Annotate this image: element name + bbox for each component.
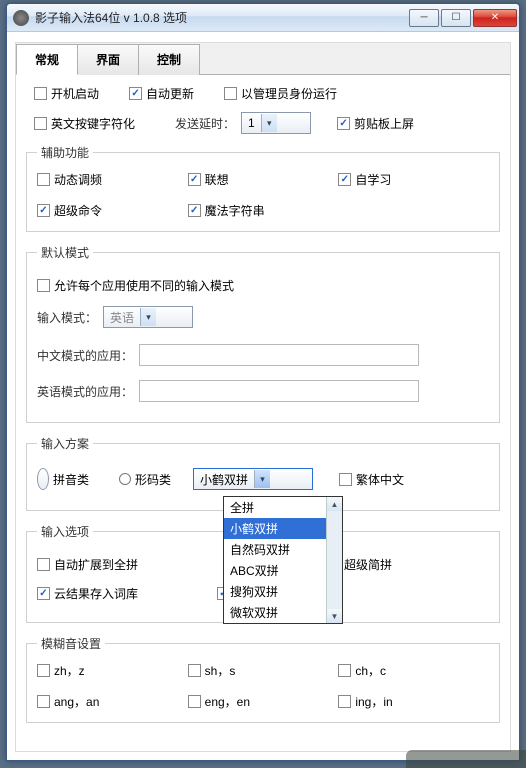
minimize-button[interactable]: ─ — [409, 9, 439, 27]
ing-in-checkbox[interactable]: ing，in — [338, 693, 489, 710]
super-cmd-checkbox[interactable]: 超级命令 — [37, 202, 188, 219]
close-button[interactable]: ✕ — [473, 9, 517, 27]
startup-label: 开机启动 — [51, 85, 99, 102]
magic-str-checkbox[interactable]: 魔法字符串 — [188, 202, 339, 219]
auto-update-checkbox[interactable]: 自动更新 — [129, 85, 194, 102]
en-apps-input[interactable] — [139, 380, 419, 402]
self-learn-checkbox[interactable]: 自学习 — [338, 171, 489, 188]
schema-select[interactable]: 小鹤双拼 — [193, 468, 313, 490]
chevron-down-icon — [254, 470, 270, 488]
clipboard-checkbox[interactable]: 剪贴板上屏 — [337, 115, 414, 132]
scroll-up-icon[interactable]: ▲ — [327, 497, 342, 511]
eng-en-checkbox[interactable]: eng，en — [188, 693, 339, 710]
chevron-down-icon — [140, 308, 156, 326]
tab-general[interactable]: 常规 — [16, 44, 78, 75]
fuzzy-legend: 模糊音设置 — [37, 635, 105, 652]
pinyin-radio[interactable]: 拼音类 — [37, 468, 89, 490]
ch-c-checkbox[interactable]: ch，c — [338, 662, 489, 679]
ascii-mode-checkbox[interactable]: 英文按键字符化 — [34, 115, 135, 132]
schema-value: 小鹤双拼 — [200, 471, 248, 488]
en-apps-label: 英语模式的应用： — [37, 383, 133, 400]
cn-apps-label: 中文模式的应用： — [37, 347, 133, 364]
window-title: 影子输入法64位 v 1.0.8 选项 — [35, 9, 409, 26]
ascii-mode-label: 英文按键字符化 — [51, 115, 135, 132]
input-opts-legend: 输入选项 — [37, 523, 93, 540]
zh-z-checkbox[interactable]: zh，z — [37, 662, 188, 679]
send-delay-value: 1 — [248, 116, 255, 130]
maximize-button[interactable]: ☐ — [441, 9, 471, 27]
mode-label: 输入模式： — [37, 309, 97, 326]
send-delay-label: 发送延时： — [175, 115, 235, 132]
auto-update-label: 自动更新 — [146, 85, 194, 102]
assoc-checkbox[interactable]: 联想 — [188, 171, 339, 188]
titlebar[interactable]: 影子输入法64位 v 1.0.8 选项 ─ ☐ ✕ — [7, 4, 519, 32]
dyn-freq-checkbox[interactable]: 动态调频 — [37, 171, 188, 188]
dropdown-option[interactable]: ABC双拼 — [224, 560, 342, 581]
cn-apps-input[interactable] — [139, 344, 419, 366]
auto-expand-checkbox[interactable]: 自动扩展到全拼 — [37, 556, 217, 573]
per-app-checkbox[interactable]: 允许每个应用使用不同的输入模式 — [37, 277, 234, 294]
clipboard-label: 剪贴板上屏 — [354, 115, 414, 132]
run-admin-checkbox[interactable]: 以管理员身份运行 — [224, 85, 337, 102]
default-mode-group: 默认模式 允许每个应用使用不同的输入模式 输入模式： 英语 中文模式的应用： — [26, 244, 500, 423]
run-admin-label: 以管理员身份运行 — [241, 85, 337, 102]
app-icon — [13, 10, 29, 26]
dropdown-option[interactable]: 全拼 — [224, 497, 342, 518]
dropdown-option[interactable]: 微软双拼 — [224, 602, 342, 623]
aux-group: 辅助功能 动态调频 联想 自学习 超级命令 魔法字符串 — [26, 144, 500, 232]
dropdown-option[interactable]: 小鹤双拼 — [224, 518, 342, 539]
cloud-save-checkbox[interactable]: 云结果存入词库 — [37, 585, 217, 602]
sh-s-checkbox[interactable]: sh，s — [188, 662, 339, 679]
send-delay-select[interactable]: 1 — [241, 112, 311, 134]
settings-window: 影子输入法64位 v 1.0.8 选项 ─ ☐ ✕ 常规 界面 控制 开机启动 … — [6, 3, 520, 761]
scroll-down-icon[interactable]: ▼ — [327, 609, 342, 623]
default-mode-legend: 默认模式 — [37, 244, 93, 261]
tab-control[interactable]: 控制 — [139, 44, 200, 75]
tab-bar: 常规 界面 控制 — [16, 43, 510, 75]
dropdown-option[interactable]: 搜狗双拼 — [224, 581, 342, 602]
schema-legend: 输入方案 — [37, 435, 93, 452]
fuzzy-group: 模糊音设置 zh，z sh，s ch，c ang，an eng，en ing，i… — [26, 635, 500, 723]
xingma-radio[interactable]: 形码类 — [119, 471, 171, 488]
overlay-smudge — [406, 750, 526, 768]
startup-checkbox[interactable]: 开机启动 — [34, 85, 99, 102]
mode-value: 英语 — [110, 309, 134, 326]
chevron-down-icon — [261, 114, 277, 132]
trad-checkbox[interactable]: 繁体中文 — [339, 471, 404, 488]
dropdown-option[interactable]: 自然码双拼 — [224, 539, 342, 560]
mode-select[interactable]: 英语 — [103, 306, 193, 328]
tab-ui[interactable]: 界面 — [78, 44, 139, 75]
aux-legend: 辅助功能 — [37, 144, 93, 161]
ang-an-checkbox[interactable]: ang，an — [37, 693, 188, 710]
dropdown-scrollbar[interactable]: ▲ ▼ — [326, 497, 342, 623]
schema-dropdown[interactable]: 全拼 小鹤双拼 自然码双拼 ABC双拼 搜狗双拼 微软双拼 ▲ ▼ — [223, 496, 343, 624]
